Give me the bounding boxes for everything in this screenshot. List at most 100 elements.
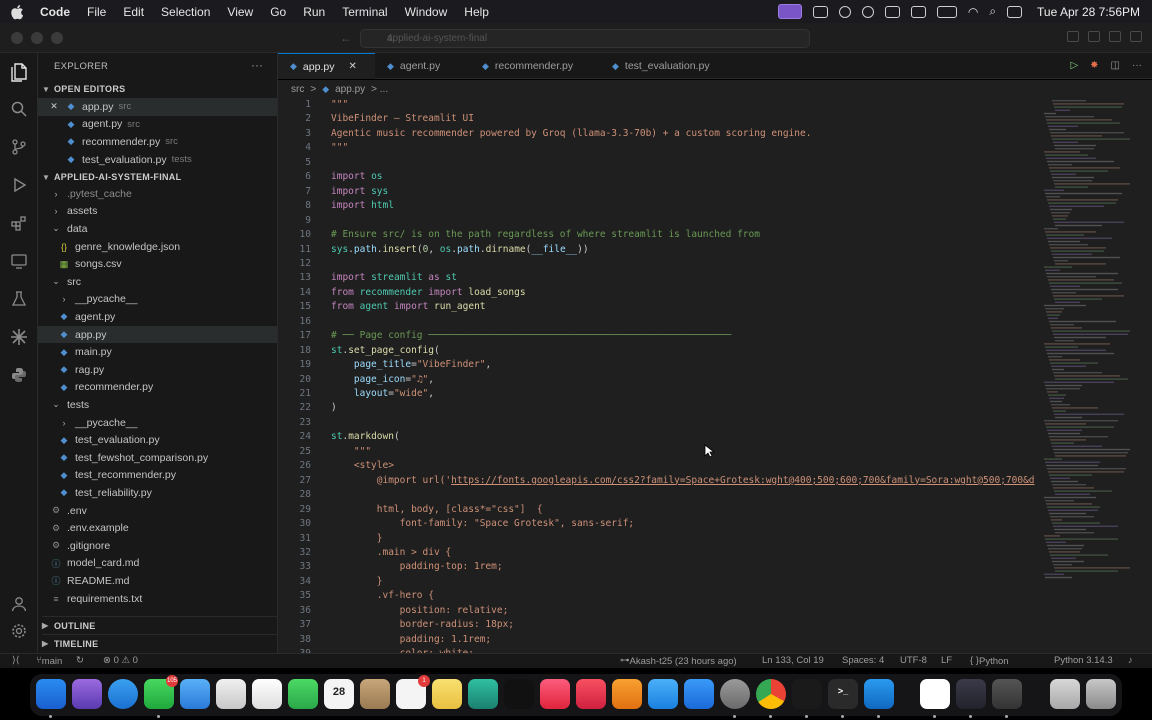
snyk-icon[interactable]	[9, 328, 29, 348]
explorer-icon[interactable]	[9, 62, 29, 82]
code-line[interactable]: page_title="VibeFinder",	[331, 359, 491, 370]
tab-recommender-py[interactable]: ◆ recommender.py	[470, 53, 600, 79]
eol-setting[interactable]: LF	[941, 655, 952, 666]
code-editor[interactable]: 1 """ 2 VibeFinder — Streamlit UI 3 Agentic m…	[278, 98, 1152, 653]
tree-item[interactable]: ◆ test_recommender.py	[38, 467, 277, 485]
code-line[interactable]: .main > div {	[331, 547, 451, 558]
photos-icon[interactable]	[252, 679, 282, 709]
problems-indicator[interactable]: ⊗ 0 ⚠ 0	[103, 655, 138, 666]
open-editor-item[interactable]: ◆ agent.py src	[38, 116, 277, 134]
code-line[interactable]: import html	[331, 200, 394, 211]
battery-icon[interactable]	[936, 5, 957, 18]
snyk-scan-icon[interactable]: ✸	[1090, 60, 1098, 71]
terminal-icon[interactable]: >_	[828, 679, 858, 718]
code-line[interactable]: st.set_page_config(	[331, 345, 440, 356]
close-tab-icon[interactable]: ✕	[348, 61, 356, 72]
branch-indicator[interactable]: ⑂ main	[36, 655, 62, 667]
search-icon[interactable]	[9, 100, 29, 120]
run-debug-icon[interactable]	[9, 176, 29, 196]
code-line[interactable]: page_icon="♫",	[331, 374, 434, 385]
breadcrumb-folder[interactable]: src	[291, 84, 304, 95]
menu-go[interactable]: Go	[270, 5, 286, 19]
tree-item[interactable]: › __pycache__	[38, 291, 277, 309]
keynote-icon[interactable]	[648, 679, 678, 709]
code-line[interactable]: import os	[331, 171, 383, 182]
slack-icon[interactable]	[920, 679, 950, 718]
zoom-window-button[interactable]	[51, 32, 63, 44]
language-mode[interactable]: { } Python	[970, 655, 1009, 667]
control-icon[interactable]	[884, 5, 900, 18]
wifi-icon[interactable]: ◠	[968, 5, 978, 19]
messages-icon[interactable]: 105	[144, 675, 178, 718]
tree-item[interactable]: ⚙ .env	[38, 502, 277, 520]
breadcrumb-tail[interactable]: > ...	[371, 84, 388, 95]
code-line[interactable]: import sys	[331, 186, 388, 197]
open-editor-item[interactable]: ◆ recommender.py src	[38, 133, 277, 151]
code-line[interactable]: Agentic music recommender powered by Gro…	[331, 128, 811, 139]
spotlight-search-icon[interactable]: ⌕	[989, 4, 996, 19]
calendar-icon[interactable]: 28	[324, 679, 354, 709]
tab-app-py[interactable]: ◆ app.py ✕	[278, 53, 375, 79]
menu-file[interactable]: File	[87, 5, 106, 19]
close-window-button[interactable]	[11, 32, 23, 44]
code-line[interactable]: VibeFinder — Streamlit UI	[331, 113, 474, 124]
code-line[interactable]: # ── Page config ───────────────────────…	[331, 330, 731, 341]
code-line[interactable]: # Ensure src/ is on the path regardless …	[331, 229, 760, 240]
extensions-icon[interactable]	[9, 214, 29, 234]
status-app-icon[interactable]	[812, 5, 828, 18]
command-center-search[interactable]: applied-ai-system-final 4	[360, 29, 810, 48]
timeline-section[interactable]: ▶ TIMELINE	[42, 634, 277, 652]
pages-icon[interactable]	[612, 679, 642, 709]
apple-menu-icon[interactable]	[10, 4, 26, 20]
code-line[interactable]: .vf-hero {	[331, 590, 434, 601]
code-line[interactable]: st.markdown(	[331, 431, 400, 442]
tree-item[interactable]: ◆ main.py	[38, 343, 277, 361]
mail-icon[interactable]	[180, 679, 210, 709]
menu-clock[interactable]: Tue Apr 28 7:56PM	[1037, 5, 1140, 19]
downloads-folder-icon[interactable]	[1050, 679, 1080, 709]
code-line[interactable]: }	[331, 576, 383, 587]
project-section[interactable]: ▼ APPLIED-AI-SYSTEM-FINAL	[42, 168, 181, 186]
code-line[interactable]: border-radius: 18px;	[331, 619, 514, 630]
code-line[interactable]: from recommender import load_songs	[331, 287, 526, 298]
code-line[interactable]: import streamlit as st	[331, 272, 457, 283]
split-editor-icon[interactable]: ◫	[1111, 60, 1120, 71]
code-line[interactable]: sys.path.insert(0, os.path.dirname(__fil…	[331, 244, 589, 255]
customize-layout-icon[interactable]	[1130, 31, 1142, 42]
minimap[interactable]	[1042, 98, 1142, 598]
tree-item[interactable]: ⚙ .env.example	[38, 519, 277, 537]
menu-app-name[interactable]: Code	[40, 5, 70, 19]
settings-gear-icon[interactable]	[9, 622, 29, 642]
menu-help[interactable]: Help	[464, 5, 489, 19]
tab-agent-py[interactable]: ◆ agent.py	[375, 53, 470, 79]
app-store-icon[interactable]	[684, 679, 714, 709]
code-line[interactable]: padding: 1.1rem;	[331, 634, 492, 645]
code-line[interactable]: )	[331, 402, 337, 413]
freeform-icon[interactable]	[468, 679, 498, 709]
tree-item[interactable]: ⌄ data	[38, 220, 277, 238]
app-icon[interactable]	[992, 679, 1022, 718]
tree-item[interactable]: ◆ recommender.py	[38, 379, 277, 397]
maps-icon[interactable]	[216, 679, 246, 709]
code-line[interactable]: html, body, [class*="css"] {	[331, 504, 543, 515]
system-settings-icon[interactable]	[720, 679, 750, 718]
remote-explorer-icon[interactable]	[9, 252, 29, 272]
launchpad-icon[interactable]	[72, 679, 102, 709]
tree-item[interactable]: ◆ test_evaluation.py	[38, 431, 277, 449]
tree-item[interactable]: ⓘ README.md	[38, 572, 277, 590]
notifications-bell-icon[interactable]: ♪	[1128, 655, 1133, 666]
tree-item[interactable]: ⌄ src	[38, 273, 277, 291]
notes-icon[interactable]	[432, 679, 462, 709]
news-icon[interactable]	[576, 679, 606, 709]
tree-item[interactable]: › assets	[38, 203, 277, 221]
control-center-icon[interactable]	[1007, 5, 1023, 18]
python-interpreter[interactable]: Python 3.14.3	[1054, 655, 1113, 666]
minimize-window-button[interactable]	[31, 32, 43, 44]
more-actions-icon[interactable]: ···	[251, 58, 263, 72]
tree-item[interactable]: ⌄ tests	[38, 396, 277, 414]
sync-icon[interactable]: ↻	[76, 655, 84, 666]
code-line[interactable]: padding-top: 1rem;	[331, 561, 503, 572]
tab-test-evaluation-py[interactable]: ◆ test_evaluation.py	[600, 53, 740, 79]
contacts-icon[interactable]	[360, 679, 390, 709]
cursor-position[interactable]: Ln 133, Col 19	[762, 655, 824, 666]
